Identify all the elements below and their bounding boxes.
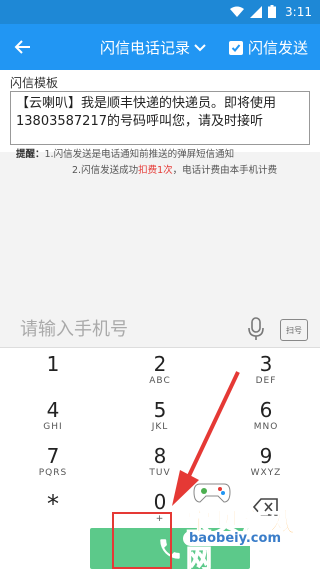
key-digit: 5: [153, 398, 167, 422]
scan-label: 扫号: [286, 325, 302, 335]
tip-text-1: 1.闪信发送是电话通知前推送的弹屏短信通知: [44, 149, 235, 160]
flash-send-label: 闪信发送: [247, 39, 308, 57]
key-digit: 2: [153, 352, 167, 376]
key-letters: MNO: [253, 422, 279, 432]
key-digit: 6: [259, 398, 273, 422]
signal-icon: [250, 5, 262, 18]
app-bar: 闪信电话记录 闪信发送: [0, 24, 320, 70]
key-digit: *: [47, 490, 59, 518]
watermark-url: baobeiy.com: [183, 531, 287, 546]
battery-icon: [268, 5, 276, 18]
page-title: 闪信电话记录: [100, 39, 191, 57]
key-letters: JKL: [151, 422, 169, 432]
chevron-down-icon: [194, 43, 206, 51]
key-letters: DEF: [255, 376, 277, 386]
microphone-icon[interactable]: [246, 317, 266, 341]
phone-number-input[interactable]: [20, 315, 230, 343]
status-bar: 3:11: [0, 0, 320, 24]
key-4[interactable]: 4 GHI: [0, 394, 106, 438]
flash-send-toggle[interactable]: 闪信发送: [228, 37, 308, 58]
check-icon: [231, 43, 241, 52]
flash-send-checkbox[interactable]: [228, 40, 243, 55]
annotation-highlight-box: [112, 512, 172, 569]
key-7[interactable]: 7 PQRS: [0, 440, 106, 484]
key-digit: 3: [259, 352, 273, 376]
scan-number-button[interactable]: 扫号: [280, 319, 308, 341]
key-2[interactable]: 2 ABC: [107, 348, 213, 392]
key-letters: TUV: [149, 468, 171, 478]
tip-text-2-prefix: 2.闪信发送成功: [72, 165, 139, 176]
template-panel: 闪信模板 【云喇叭】我是顺丰快递的快递员。即将使用13803587217的号码呼…: [0, 70, 320, 152]
key-6[interactable]: 6 MNO: [213, 394, 319, 438]
key-star[interactable]: *: [0, 486, 106, 530]
tip-line-2: 2.闪信发送成功扣费1次，电话计费由本手机计费: [72, 162, 277, 176]
status-icons: [230, 5, 276, 18]
key-letters: ABC: [149, 376, 171, 386]
wifi-icon: [230, 6, 244, 17]
tip-line-1: 提醒：1.闪信发送是电话通知前推送的弹屏短信通知: [16, 146, 234, 160]
tip-label: 提醒：: [16, 149, 45, 160]
key-digit: 9: [259, 444, 273, 468]
key-letters: GHI: [43, 422, 63, 432]
key-digit: 7: [46, 444, 60, 468]
key-digit: 4: [46, 398, 60, 422]
template-content[interactable]: 【云喇叭】我是顺丰快递的快递员。即将使用13803587217的号码呼叫您，请及…: [10, 91, 310, 145]
key-digit: 1: [46, 352, 60, 376]
call-record-dropdown[interactable]: 闪信电话记录: [100, 37, 206, 58]
key-letters: PQRS: [38, 468, 68, 478]
back-arrow-icon[interactable]: [12, 36, 34, 58]
tip-charge-highlight: 扣费1次: [138, 165, 173, 176]
key-1[interactable]: 1: [0, 348, 106, 392]
tip-text-2-suffix: ，电话计费由本手机计费: [172, 165, 278, 176]
key-letters: WXYZ: [250, 468, 282, 478]
status-time: 3:11: [285, 5, 312, 19]
phone-input-row: 扫号: [0, 311, 320, 347]
key-3[interactable]: 3 DEF: [213, 348, 319, 392]
key-digit: 8: [153, 444, 167, 468]
template-label: 闪信模板: [10, 76, 59, 90]
key-5[interactable]: 5 JKL: [107, 394, 213, 438]
